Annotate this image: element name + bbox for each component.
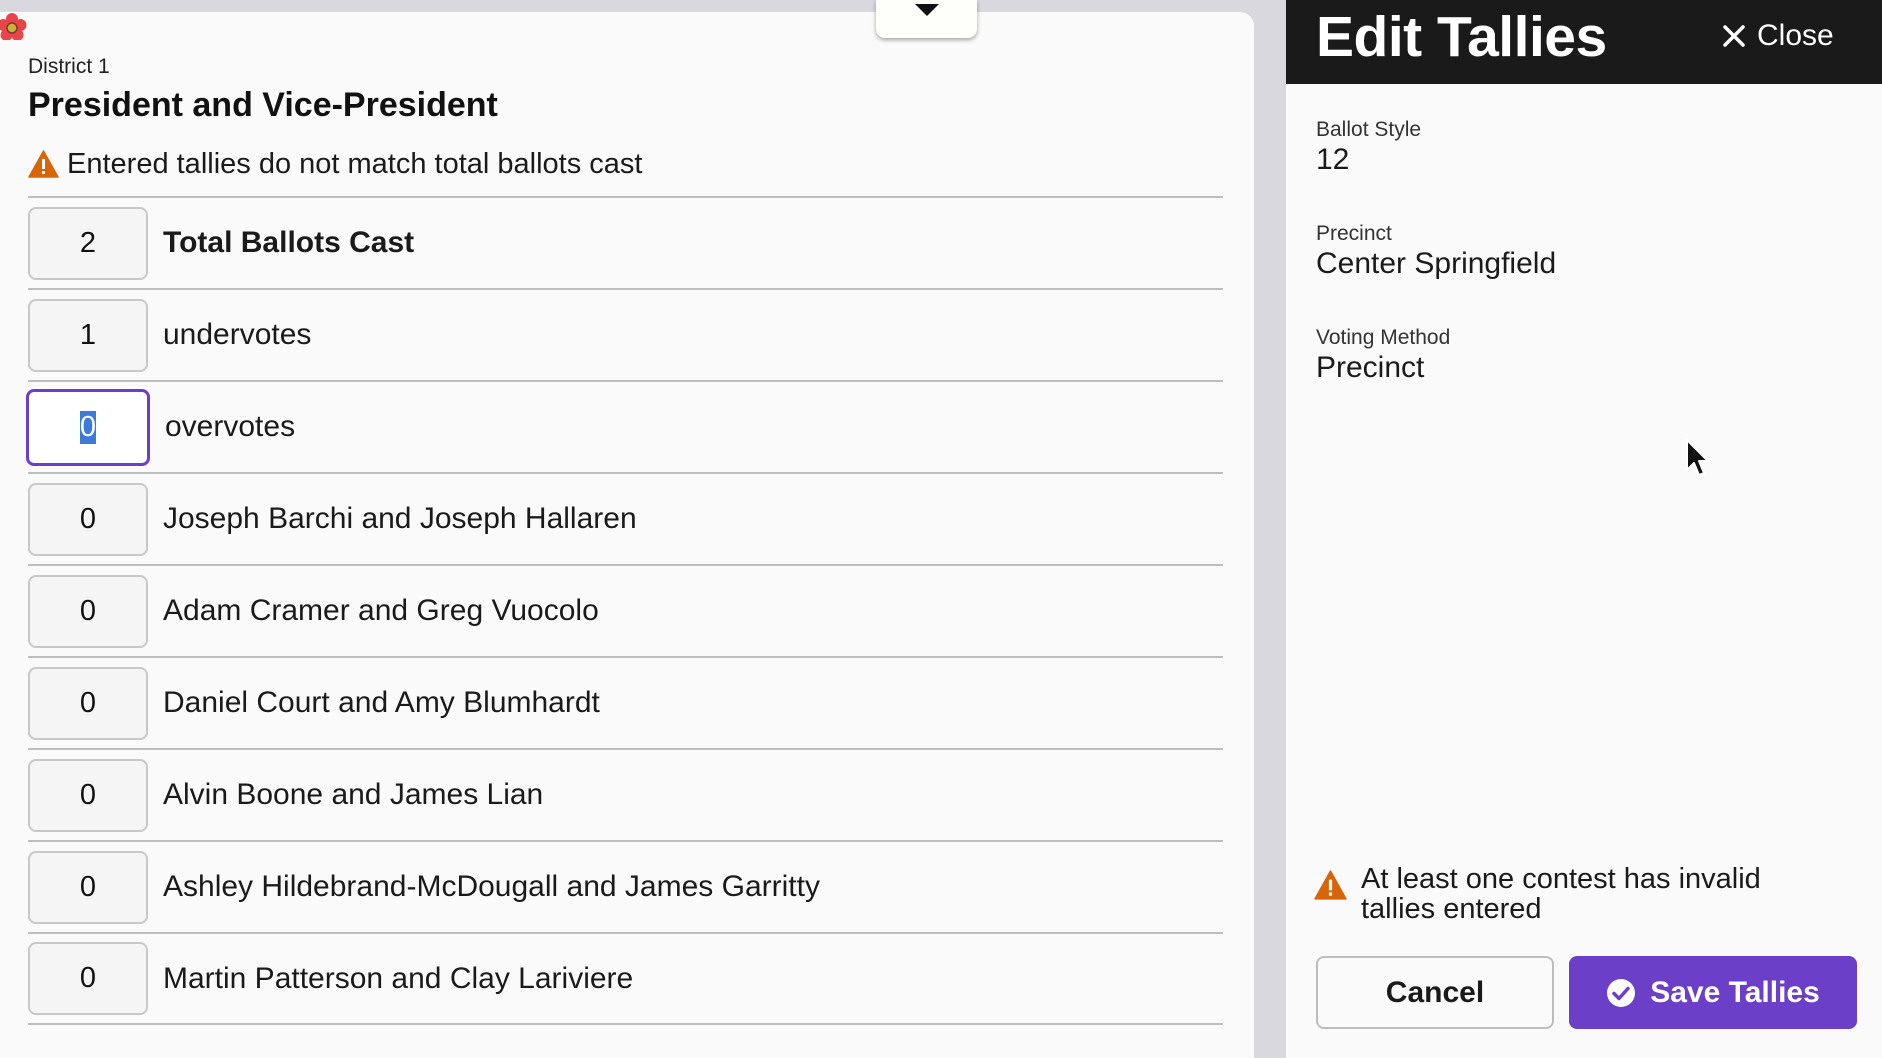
contest-title: President and Vice-President [28, 86, 498, 124]
candidate-tally-input[interactable] [28, 482, 148, 556]
tally-row-label: Martin Patterson and Clay Lariviere [163, 961, 634, 995]
ballot-style-value: 12 [1316, 143, 1350, 176]
save-tallies-label: Save Tallies [1650, 975, 1820, 1009]
tally-list: Total Ballots Cast undervotes overvotes … [26, 196, 1223, 1025]
candidate-tally-input[interactable] [28, 942, 148, 1015]
tally-row-undervotes: undervotes [28, 288, 1223, 380]
invalid-tallies-warning: At least one contest has invalid tallies… [1314, 864, 1801, 924]
close-icon [1723, 25, 1745, 47]
tally-row-total-ballots: Total Ballots Cast [28, 196, 1223, 288]
voting-method-value: Precinct [1316, 351, 1425, 384]
candidate-tally-input[interactable] [28, 758, 148, 832]
tally-row-overvotes: overvotes [26, 380, 1223, 472]
tally-row-label: overvotes [165, 410, 296, 443]
tally-row-label: Total Ballots Cast [163, 226, 415, 259]
tally-row-candidate: Alvin Boone and James Lian [28, 748, 1223, 840]
tally-row-label: Adam Cramer and Greg Vuocolo [163, 594, 599, 627]
collapse-toggle-button[interactable] [876, 0, 977, 38]
tally-row-candidate: Adam Cramer and Greg Vuocolo [28, 564, 1223, 656]
candidate-tally-input[interactable] [28, 850, 148, 924]
panel-header: Edit Tallies Close [1286, 0, 1882, 84]
panel-warning-text: At least one contest has invalid tallies… [1361, 863, 1761, 925]
district-label: District 1 [28, 55, 110, 78]
candidate-tally-input[interactable] [28, 666, 148, 740]
overvotes-input[interactable] [26, 388, 150, 466]
tally-row-candidate: Daniel Court and Amy Blumhardt [28, 656, 1223, 748]
ballot-style-label: Ballot Style [1316, 118, 1422, 141]
voting-method-label: Voting Method [1316, 326, 1451, 349]
caret-down-icon [914, 4, 939, 16]
tally-row-label: undervotes [163, 318, 312, 351]
precinct-value: Center Springfield [1316, 247, 1557, 280]
tally-row-candidate: Joseph Barchi and Joseph Hallaren [28, 472, 1223, 564]
candidate-tally-input[interactable] [28, 574, 148, 648]
flower-logo-icon [0, 13, 27, 40]
close-label: Close [1757, 19, 1834, 52]
warning-icon [28, 150, 59, 178]
tally-row-candidate: Ashley Hildebrand-McDougall and James Ga… [28, 840, 1223, 932]
tally-row-label: Ashley Hildebrand-McDougall and James Ga… [163, 870, 820, 903]
tally-row-label: Daniel Court and Amy Blumhardt [163, 686, 600, 719]
warning-text: Entered tallies do not match total ballo… [67, 147, 643, 180]
total-ballots-input[interactable] [28, 206, 148, 280]
tally-row-label: Alvin Boone and James Lian [163, 778, 544, 811]
tally-row-label: Joseph Barchi and Joseph Hallaren [163, 502, 637, 535]
warning-icon [1314, 870, 1347, 900]
tally-row-candidate: Martin Patterson and Clay Lariviere [28, 932, 1223, 1025]
edit-tallies-panel: Edit Tallies Close Ballot Style 12 Preci… [1286, 0, 1882, 1058]
check-circle-icon [1607, 978, 1636, 1007]
undervotes-input[interactable] [28, 298, 148, 372]
cancel-button[interactable]: Cancel [1316, 956, 1554, 1029]
tally-mismatch-warning: Entered tallies do not match total ballo… [28, 146, 642, 182]
panel-title: Edit Tallies [1316, 5, 1607, 69]
close-button[interactable]: Close [1723, 16, 1834, 56]
save-tallies-button[interactable]: Save Tallies [1569, 956, 1857, 1029]
mouse-cursor-icon [1686, 439, 1709, 476]
precinct-label: Precinct [1316, 222, 1392, 245]
